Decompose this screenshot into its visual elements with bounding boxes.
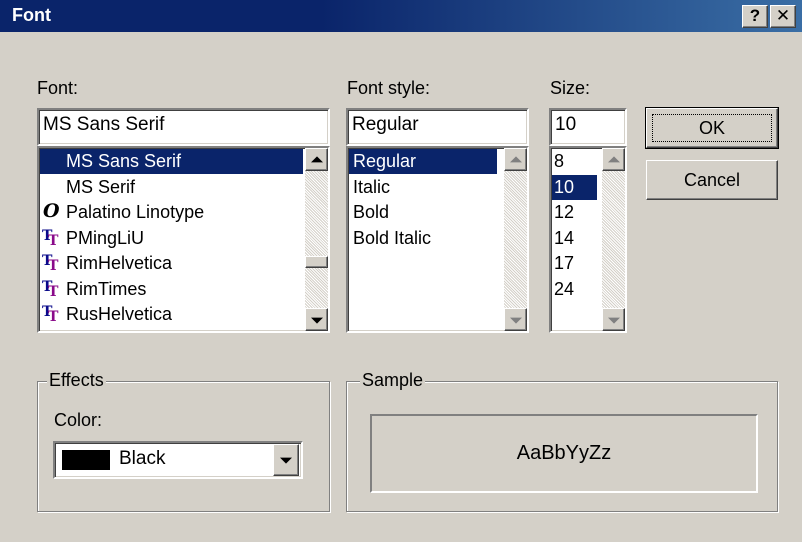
size-list-item[interactable]: 24 — [552, 277, 597, 302]
font-style-list-item[interactable]: Bold — [349, 200, 497, 225]
font-style-label: Font style: — [347, 78, 430, 99]
font-scrollbar[interactable] — [305, 148, 328, 331]
chevron-down-icon — [310, 317, 323, 324]
cancel-button[interactable]: Cancel — [646, 160, 778, 200]
chevron-up-icon — [310, 155, 323, 162]
font-label: Font: — [37, 78, 78, 99]
color-dropdown-button[interactable] — [273, 444, 299, 476]
size-scroll-up-button — [602, 148, 625, 171]
size-scrollbar — [602, 148, 625, 331]
close-button[interactable]: ✕ — [770, 5, 796, 28]
size-list-item[interactable]: 14 — [552, 226, 597, 251]
font-list-item[interactable]: MS Sans Serif — [40, 149, 303, 174]
font-scroll-down-button[interactable] — [305, 308, 328, 331]
size-list-item[interactable]: 17 — [552, 251, 597, 276]
chevron-down-icon — [280, 457, 292, 464]
ok-button[interactable]: OK — [645, 107, 779, 149]
font-list-item-label: PMingLiU — [66, 227, 145, 248]
size-input[interactable]: 10 — [549, 108, 627, 146]
font-list-item[interactable]: MS Serif — [40, 175, 303, 200]
size-value: 10 — [555, 114, 577, 135]
font-list-item[interactable]: O Palatino Linotype — [40, 200, 303, 225]
font-list-item[interactable]: T T RimTimes — [40, 277, 303, 302]
font-list-item-label: MS Sans Serif — [66, 151, 182, 171]
font-name-input[interactable]: MS Sans Serif — [37, 108, 330, 146]
font-style-value: Regular — [352, 114, 419, 135]
font-style-scroll-up-button — [504, 148, 527, 171]
focus-rectangle — [652, 114, 772, 142]
font-style-list-item[interactable]: Italic — [349, 175, 497, 200]
help-icon: ? — [749, 6, 761, 25]
color-label-text: Color: — [54, 410, 103, 430]
sample-legend: Sample — [360, 370, 426, 391]
font-label-text: Font: — [37, 78, 79, 98]
font-scroll-up-button[interactable] — [305, 148, 328, 171]
font-list-item-label: RimHelvetica — [66, 253, 173, 273]
sample-preview: AaBbYyZz — [370, 414, 758, 493]
truetype-icon: TT — [42, 304, 59, 325]
opentype-icon: O — [43, 200, 60, 222]
font-style-list-item[interactable]: Bold Italic — [349, 226, 497, 251]
font-name-value: MS Sans Serif — [43, 114, 165, 135]
window-title: Font — [12, 5, 51, 25]
font-list-item-label: RimTimes — [66, 278, 147, 299]
font-listbox[interactable]: MS Sans Serif MS Serif O Palatino Linotype T… — [37, 146, 330, 333]
truetype-icon: TT — [42, 253, 59, 274]
close-icon: ✕ — [775, 6, 791, 25]
font-style-listbox[interactable]: Regular Italic Bold Bold Italic — [346, 146, 529, 333]
chevron-up-icon — [509, 155, 522, 162]
size-list-item[interactable]: 10 — [552, 174, 597, 200]
font-list-item-label: MS Serif — [66, 176, 136, 197]
size-label: Size: — [550, 78, 590, 99]
font-list-item-label: Palatino Linotype — [66, 202, 205, 222]
font-style-scroll-down-button — [504, 308, 527, 331]
font-style-list-item[interactable]: Regular — [349, 149, 497, 174]
effects-legend: Effects — [47, 370, 106, 391]
size-list-item[interactable]: 12 — [552, 200, 597, 225]
truetype-icon: TT — [42, 227, 59, 249]
font-list-item[interactable]: T T PMingLiU — [40, 226, 303, 251]
font-list-item[interactable]: T T RusHelvetica — [40, 302, 303, 327]
size-label-text: Size: — [550, 78, 591, 98]
chevron-down-icon — [509, 317, 522, 324]
font-list-item-label: RusHelvetica — [66, 304, 173, 324]
color-dropdown[interactable]: Black — [53, 441, 303, 479]
size-scroll-down-button — [602, 308, 625, 331]
help-button[interactable]: ? — [742, 5, 768, 28]
font-list-item[interactable]: T T RimHelvetica — [40, 251, 303, 276]
color-swatch — [62, 450, 110, 470]
font-style-input[interactable]: Regular — [346, 108, 529, 146]
cancel-button-label: Cancel — [683, 170, 741, 190]
size-list-item[interactable]: 8 — [552, 149, 597, 174]
size-listbox[interactable]: 8 10 12 14 17 24 — [549, 146, 627, 333]
truetype-icon: TT — [42, 278, 59, 300]
sample-text: AaBbYyZz — [516, 442, 612, 464]
color-dropdown-value: Black — [119, 448, 166, 469]
font-scroll-thumb[interactable] — [305, 256, 328, 268]
font-style-label-text: Font style: — [347, 78, 431, 98]
color-label: Color: — [54, 410, 102, 431]
chevron-up-icon — [607, 155, 620, 162]
chevron-down-icon — [607, 317, 620, 324]
font-style-scrollbar — [504, 148, 527, 331]
title-bar: Font ? ✕ — [0, 0, 802, 32]
